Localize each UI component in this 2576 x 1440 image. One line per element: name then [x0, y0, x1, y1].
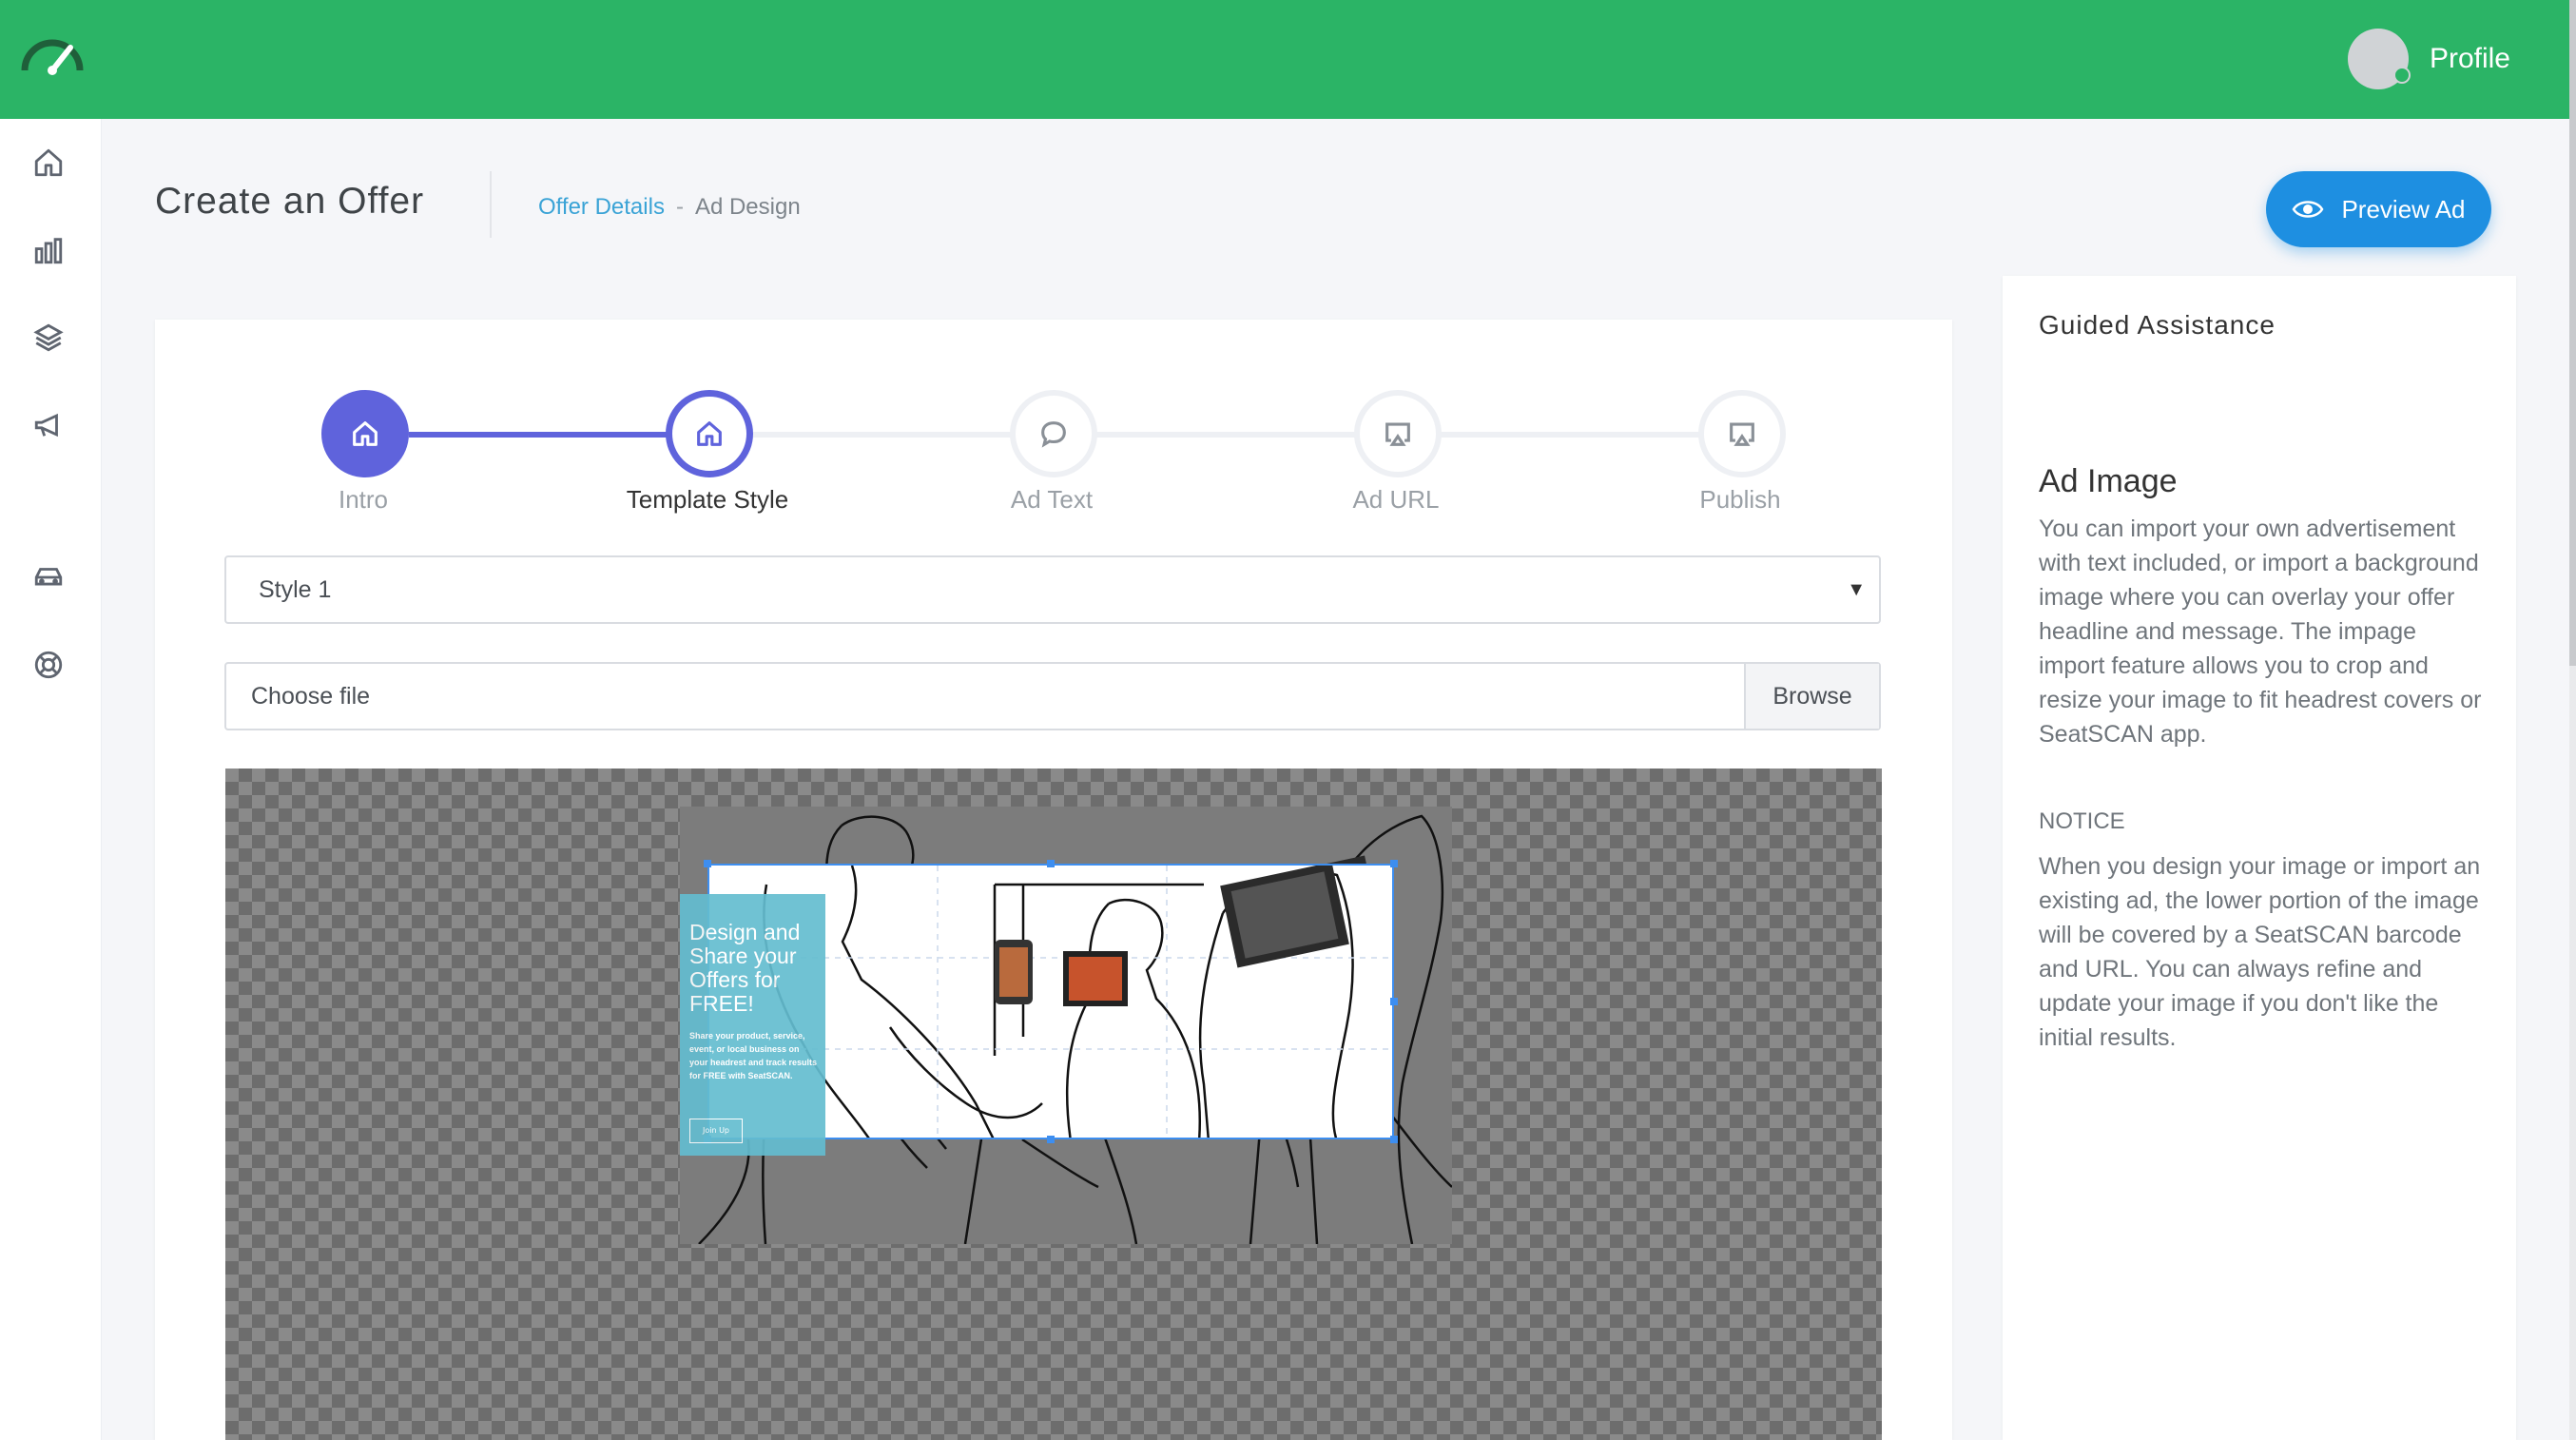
crop-handle-top-left[interactable]	[704, 860, 711, 867]
chat-bubble-icon	[1041, 421, 1066, 448]
step-publish-label[interactable]: Publish	[1626, 485, 1854, 515]
avatar[interactable]	[2347, 29, 2411, 89]
cast-icon	[1730, 422, 1754, 446]
ad-join-button: Join Up	[689, 1119, 743, 1143]
page-scrollbar[interactable]	[2569, 0, 2576, 1440]
online-status-dot	[2392, 67, 2411, 84]
profile-label[interactable]: Profile	[2430, 43, 2510, 75]
breadcrumb-separator: -	[675, 194, 684, 220]
ad-text-overlay: Design and Share your Offers for FREE! S…	[680, 894, 825, 1156]
stepper-progress-line	[409, 432, 675, 438]
home-icon[interactable]	[29, 144, 68, 182]
scrollbar-thumb[interactable]	[2569, 0, 2576, 666]
cast-icon	[1385, 422, 1410, 446]
guided-heading: Ad Image	[2039, 463, 2178, 499]
bar-chart-icon[interactable]	[29, 231, 68, 269]
home-icon	[353, 421, 378, 446]
crop-handle-top[interactable]	[1047, 860, 1055, 867]
guided-paragraph: You can import your own advertisement wi…	[2039, 516, 2482, 748]
speedometer-logo-icon[interactable]	[19, 34, 86, 76]
file-input[interactable]: Choose file Browse	[224, 662, 1881, 730]
layers-icon[interactable]	[29, 319, 68, 357]
preview-ad-label: Preview Ad	[2341, 194, 2466, 224]
guided-notice-text: When you design your image or import an …	[2039, 853, 2481, 1051]
breadcrumb-offer-details-link[interactable]: Offer Details	[538, 194, 665, 220]
eye-icon	[2292, 201, 2324, 218]
step-ad-url-circle[interactable]	[1354, 390, 1442, 477]
step-intro-label[interactable]: Intro	[249, 485, 477, 515]
step-ad-text-label[interactable]: Ad Text	[938, 485, 1166, 515]
megaphone-icon[interactable]	[29, 406, 68, 444]
template-style-select[interactable]: Style 1 ▼	[224, 555, 1881, 624]
step-intro-circle[interactable]	[321, 390, 409, 477]
breadcrumb-current: Ad Design	[694, 194, 801, 220]
step-publish-circle[interactable]	[1698, 390, 1786, 477]
title-divider	[490, 171, 492, 238]
car-icon[interactable]	[29, 558, 68, 596]
ad-body-text: Share your product, service, event, or l…	[689, 1031, 818, 1080]
sidebar	[0, 119, 102, 1440]
step-template-style-circle[interactable]	[666, 390, 753, 477]
template-style-selected-value: Style 1	[259, 576, 332, 603]
profile-menu[interactable]: Profile	[2347, 29, 2510, 89]
image-crop-canvas[interactable]: Design and Share your Offers for FREE! S…	[225, 769, 1882, 1440]
step-ad-url-label[interactable]: Ad URL	[1282, 485, 1510, 515]
page-title: Create an Offer	[155, 181, 425, 222]
crop-handle-bottom-right[interactable]	[1390, 1136, 1398, 1143]
guided-notice-label: NOTICE	[2039, 808, 2125, 834]
crop-handle-top-right[interactable]	[1390, 860, 1398, 867]
crop-handle-bottom[interactable]	[1047, 1136, 1055, 1143]
breadcrumb: Offer Details - Ad Design	[538, 194, 801, 221]
crop-handle-right[interactable]	[1390, 998, 1398, 1005]
caret-down-icon: ▼	[1847, 579, 1866, 600]
step-template-style-label[interactable]: Template Style	[593, 485, 822, 515]
step-ad-text-circle[interactable]	[1010, 390, 1097, 477]
browse-button[interactable]: Browse	[1744, 664, 1879, 729]
top-bar: Profile	[0, 0, 2569, 119]
guided-assistance-title: Guided Assistance	[2039, 310, 2276, 340]
preview-ad-button[interactable]: Preview Ad	[2266, 171, 2491, 247]
lifebuoy-icon[interactable]	[29, 646, 68, 684]
home-icon	[697, 421, 722, 446]
file-input-placeholder: Choose file	[251, 683, 371, 710]
ad-headline: Design and Share your Offers for FREE!	[689, 920, 801, 1016]
stepper-remaining-line	[753, 432, 1704, 438]
